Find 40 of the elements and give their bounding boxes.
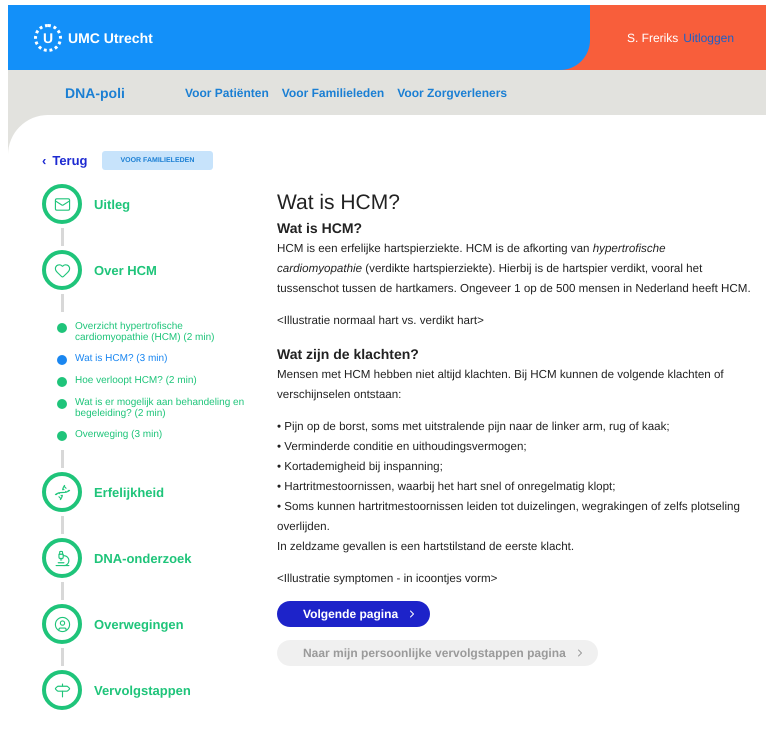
section-heading: Wat is HCM?	[277, 219, 364, 238]
paragraph: HCM is een erfelijke hartspierziekte. HCM is de afkorting van hypertrofische cardiomyopathie (verdikte hartspierziekte). Hierbij is de hartspier verdikt, vooral het tussenschot tussen de hartkamers. Ongeveer 1 op de 500 mensen in Nederland heeft HCM.	[277, 241, 752, 297]
paragraph: <Illustratie symptomen - in icoontjes vorm>	[277, 571, 498, 587]
logo-text: UMC Utrecht	[68, 30, 153, 46]
paragraph: Mensen met HCM hebben niet altijd klachten. Bij HCM kunnen de volgende klachten of verschijnselen ontstaan:	[277, 367, 725, 403]
nav-link[interactable]: Voor Zorgverleners	[397, 86, 508, 100]
logo-icon: U	[34, 24, 62, 52]
list-line: • Soms kunnen hartritmestoornissen leiden tot duizelingen, wegrakingen of zelfs plotseling overlijden.	[277, 499, 741, 535]
microscope-icon	[54, 550, 70, 566]
page-title: Wat is HCM?	[277, 191, 401, 215]
heart-icon	[54, 262, 70, 278]
substep-link[interactable]: Overweging (3 min)	[57, 429, 247, 441]
substep-link[interactable]: Overzicht hypertrofische cardiomyopathie (HCM) (2 min)	[57, 321, 247, 343]
step-link[interactable]: Uitleg	[42, 184, 247, 224]
step-link[interactable]: Vervolgstappen	[42, 670, 247, 710]
person-icon	[54, 616, 70, 632]
list-line: • Hartritmestoornissen, waarbij het hart snel of onregelmatig klopt;	[277, 479, 617, 495]
section-heading: Wat zijn de klachten?	[277, 345, 420, 364]
list-line: • Verminderde conditie en uithoudingsvermogen;	[277, 439, 528, 455]
step-link[interactable]: DNA-onderzoek	[42, 538, 247, 578]
envelope-icon	[54, 196, 70, 212]
paragraph: <Illustratie normaal hart vs. verdikt hart>	[277, 313, 485, 329]
list-line: • Pijn op de borst, soms met uitstralende pijn naar de linker arm, rug of kaak;	[277, 419, 671, 435]
logout-link[interactable]: Uitloggen	[683, 30, 734, 44]
nav-button[interactable]: Volgende pagina	[277, 601, 430, 627]
dna-icon	[54, 484, 70, 500]
back-link[interactable]: ‹ Terug	[42, 153, 88, 168]
step-link[interactable]: Erfelijkheid	[42, 472, 247, 512]
nav-link[interactable]: Voor Patiënten	[185, 86, 269, 100]
nav-link[interactable]: Voor Familieleden	[282, 86, 384, 100]
step-link[interactable]: Over HCM	[42, 250, 247, 290]
list-line: In zeldzame gevallen is een hartstilstand de eerste klacht.	[277, 539, 576, 555]
signpost-icon	[54, 682, 70, 698]
user-name: S. Freriks	[626, 30, 678, 44]
step-link[interactable]: Overwegingen	[42, 604, 247, 644]
site-name: DNA-poli	[65, 84, 126, 100]
substep-link[interactable]: Wat is er mogelijk aan behandeling en begeleiding? (2 min)	[57, 397, 247, 419]
substep-link[interactable]: Wat is HCM? (3 min)	[57, 353, 247, 365]
list-line: • Kortademigheid bij inspanning;	[277, 459, 444, 475]
substep-link[interactable]: Hoe verloopt HCM? (2 min)	[57, 375, 247, 387]
